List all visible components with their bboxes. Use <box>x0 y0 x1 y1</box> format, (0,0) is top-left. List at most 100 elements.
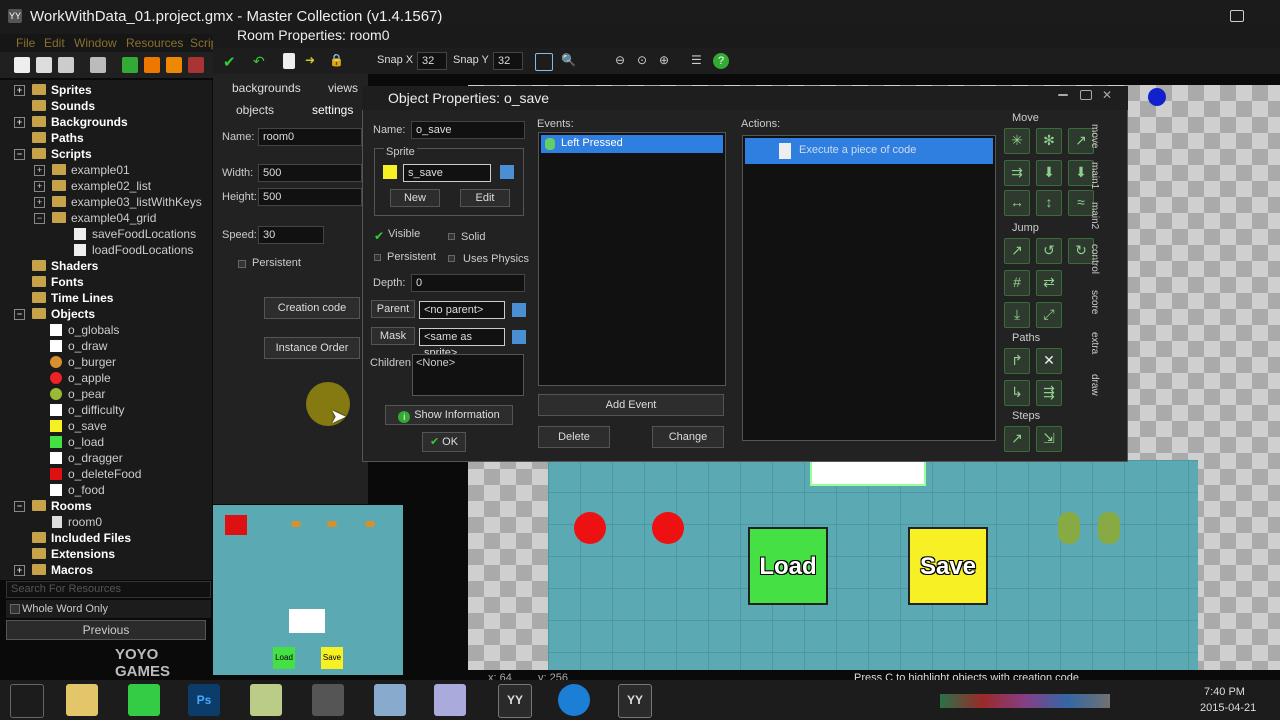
help-icon[interactable]: ? <box>713 53 729 69</box>
start-icon[interactable] <box>10 684 44 718</box>
speed-horizontal-icon[interactable]: ⇉ <box>1004 160 1030 186</box>
maximize-icon[interactable] <box>1230 10 1244 22</box>
tree-room-room0[interactable]: room0 <box>52 514 102 530</box>
end-path-icon[interactable]: ✕ <box>1036 348 1062 374</box>
tree-folder-rooms[interactable]: − Rooms <box>14 498 92 514</box>
tree-object-o_load[interactable]: o_load <box>50 434 104 450</box>
set-path-icon[interactable]: ↱ <box>1004 348 1030 374</box>
action-execute-code[interactable]: Execute a piece of code <box>745 138 993 164</box>
tree-object-o_save[interactable]: o_save <box>50 418 107 434</box>
gamemaker-task2-icon[interactable]: YY <box>618 684 652 718</box>
grid-toggle-icon[interactable] <box>535 53 553 71</box>
pear-instance[interactable] <box>1058 512 1080 544</box>
visible-check-icon[interactable]: ✔ <box>374 229 384 243</box>
path-position-icon[interactable]: ↳ <box>1004 380 1030 406</box>
debug-icon[interactable] <box>144 57 160 73</box>
pear-instance[interactable] <box>1098 512 1120 544</box>
undo-icon[interactable]: ↶ <box>253 53 269 69</box>
mask-button[interactable]: Mask <box>371 327 415 345</box>
tree-script-example01[interactable]: + example01 <box>34 162 130 178</box>
close-icon[interactable]: ✕ <box>1102 88 1118 104</box>
align-grid-icon[interactable]: # <box>1004 270 1030 296</box>
room-width-input[interactable]: 500 <box>258 164 362 182</box>
add-event-button[interactable]: Add Event <box>538 394 724 416</box>
shift-icon[interactable]: ➜ <box>305 53 321 69</box>
actions-list[interactable]: Execute a piece of code <box>742 135 996 441</box>
photoshop-icon[interactable]: Ps <box>188 684 220 716</box>
tree-object-o_deletefood[interactable]: o_deleteFood <box>50 466 141 482</box>
tree-object-o_burger[interactable]: o_burger <box>50 354 116 370</box>
tree-folder-sprites[interactable]: + Sprites <box>14 82 92 98</box>
tree-object-o_food[interactable]: o_food <box>50 482 105 498</box>
sprite-select[interactable]: s_save <box>403 164 491 182</box>
notes-icon[interactable] <box>250 684 282 716</box>
tree-folder-timelines[interactable]: Time Lines <box>14 290 113 306</box>
depth-input[interactable]: 0 <box>411 274 525 292</box>
tree-folder-fonts[interactable]: Fonts <box>14 274 84 290</box>
calculator-icon[interactable] <box>374 684 406 716</box>
snapx-input[interactable]: 32 <box>417 52 447 70</box>
sprite-edit-button[interactable]: Edit <box>460 189 510 207</box>
clean-icon[interactable] <box>188 57 204 73</box>
change-event-button[interactable]: Change <box>652 426 724 448</box>
solid-checkbox[interactable] <box>448 233 455 240</box>
event-left-pressed[interactable]: Left Pressed <box>541 135 723 153</box>
uses-physics-checkbox[interactable] <box>448 255 455 262</box>
move-contact-icon[interactable]: ⤓ <box>1004 302 1030 328</box>
speed-vertical-icon[interactable]: ⬇ <box>1036 160 1062 186</box>
tab-views[interactable]: views <box>328 81 358 95</box>
restore-icon[interactable] <box>1080 90 1092 100</box>
jump-position-icon[interactable]: ↗ <box>1004 238 1030 264</box>
load-button-instance[interactable]: Load <box>748 527 828 605</box>
sprite-menu-icon[interactable] <box>500 165 514 179</box>
minimize-icon[interactable] <box>1058 94 1068 96</box>
new-project-icon[interactable] <box>14 57 30 73</box>
tree-object-o_pear[interactable]: o_pear <box>50 386 105 402</box>
apps-icon[interactable] <box>128 684 160 716</box>
move-fixed-icon[interactable]: ✳ <box>1004 128 1030 154</box>
globals-instance[interactable] <box>1148 88 1166 106</box>
explorer-icon[interactable] <box>66 684 98 716</box>
tree-folder-objects[interactable]: − Objects <box>14 306 95 322</box>
step-avoiding-icon[interactable]: ⇲ <box>1036 426 1062 452</box>
snapy-input[interactable]: 32 <box>493 52 523 70</box>
zoom-icon[interactable]: 🔍 <box>561 53 577 69</box>
wrap-screen-icon[interactable]: ⇄ <box>1036 270 1062 296</box>
tree-folder-scripts[interactable]: − Scripts <box>14 146 92 162</box>
whole-word-checkbox[interactable]: Whole Word Only <box>6 600 211 618</box>
tab-objects[interactable]: objects <box>236 103 274 117</box>
tree-folder-backgrounds[interactable]: + Backgrounds <box>14 114 128 130</box>
room-name-input[interactable]: room0 <box>258 128 362 146</box>
tree-script-example02[interactable]: + example02_list <box>34 178 151 194</box>
tree-folder-paths[interactable]: Paths <box>14 130 84 146</box>
tree-object-o_difficulty[interactable]: o_difficulty <box>50 402 124 418</box>
tree-script-load-food[interactable]: loadFoodLocations <box>74 242 193 258</box>
side-tab-extra[interactable]: extra <box>1089 332 1100 354</box>
resource-search-input[interactable]: Search For Resources <box>6 581 211 598</box>
clear-icon[interactable] <box>283 53 295 69</box>
obj-name-input[interactable]: o_save <box>411 121 525 139</box>
stop-icon[interactable] <box>166 57 182 73</box>
tree-object-o_globals[interactable]: o_globals <box>50 322 119 338</box>
menu-file[interactable]: File <box>16 36 35 50</box>
parent-select[interactable]: <no parent> <box>419 301 505 319</box>
apple-instance[interactable] <box>652 512 684 544</box>
creation-code-button[interactable]: Creation code <box>264 297 360 319</box>
move-free-icon[interactable]: ✻ <box>1036 128 1062 154</box>
side-tab-main2[interactable]: main2 <box>1089 202 1100 229</box>
zoom-out-icon[interactable]: ⊖ <box>615 53 631 69</box>
apple-instance[interactable] <box>574 512 606 544</box>
step-towards-icon[interactable]: ↗ <box>1004 426 1030 452</box>
delete-event-button[interactable]: Delete <box>538 426 610 448</box>
persistent-checkbox[interactable] <box>374 254 381 261</box>
parent-button[interactable]: Parent <box>371 300 415 318</box>
side-tab-control[interactable]: control <box>1089 244 1100 274</box>
open-project-icon[interactable] <box>36 57 52 73</box>
room-height-input[interactable]: 500 <box>258 188 362 206</box>
ok-button[interactable]: ✔ OK <box>422 432 466 452</box>
zoom-in-icon[interactable]: ⊕ <box>659 53 675 69</box>
previous-button[interactable]: Previous <box>6 620 206 640</box>
tray-icons[interactable] <box>940 694 1110 708</box>
tree-folder-sounds[interactable]: Sounds <box>14 98 95 114</box>
camera-icon[interactable] <box>312 684 344 716</box>
